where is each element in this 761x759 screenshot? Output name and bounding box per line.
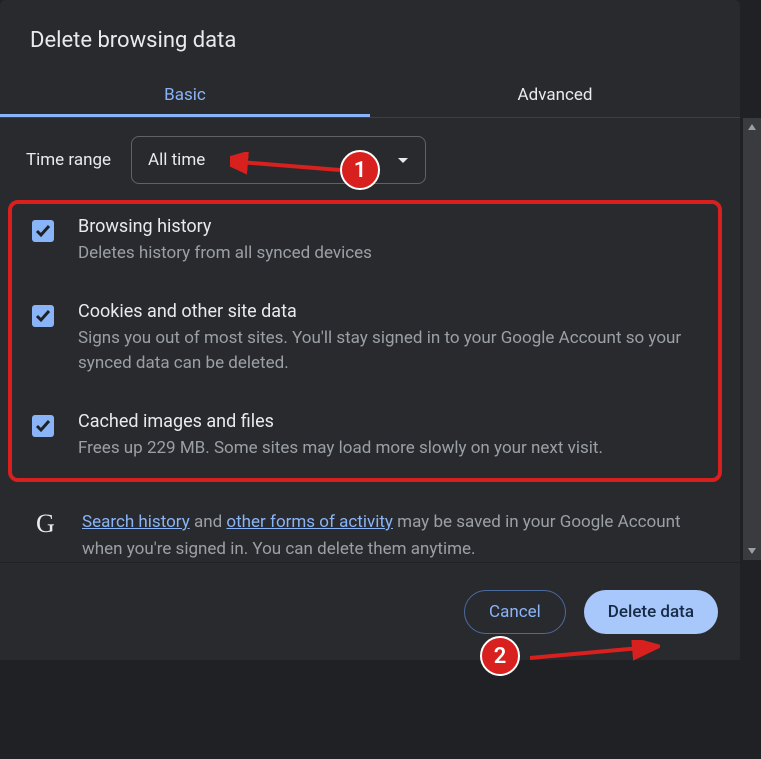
dialog-footer: Cancel Delete data (0, 562, 740, 660)
checkbox-browsing-history[interactable] (32, 220, 54, 242)
google-note-text: Search history and other forms of activi… (82, 509, 696, 563)
option-title: Cookies and other site data (78, 301, 714, 322)
scroll-up-button[interactable] (743, 118, 761, 136)
link-search-history[interactable]: Search history (82, 512, 190, 532)
option-desc: Deletes history from all synced devices (78, 241, 714, 267)
delete-browsing-data-dialog: Delete browsing data Basic Advanced Time… (0, 0, 740, 660)
option-title: Cached images and files (78, 411, 714, 432)
time-range-value: All time (148, 150, 205, 170)
option-cookies: Cookies and other site data Signs you ou… (26, 287, 714, 397)
option-browsing-history: Browsing history Deletes history from al… (26, 202, 714, 287)
google-account-note: G Search history and other forms of acti… (26, 489, 714, 563)
time-range-row: Time range All time (26, 136, 714, 184)
option-title: Browsing history (78, 216, 714, 237)
link-other-activity[interactable]: other forms of activity (226, 512, 393, 532)
tab-bar: Basic Advanced (0, 73, 740, 117)
checkbox-cookies[interactable] (32, 305, 54, 327)
checkbox-cached[interactable] (32, 415, 54, 437)
cancel-button[interactable]: Cancel (464, 590, 566, 634)
dialog-title: Delete browsing data (0, 0, 740, 73)
options-list: Browsing history Deletes history from al… (26, 202, 714, 481)
tab-advanced[interactable]: Advanced (370, 73, 740, 117)
time-range-label: Time range (26, 150, 111, 170)
delete-data-button[interactable]: Delete data (584, 590, 718, 634)
chevron-down-icon (397, 150, 409, 170)
option-cached: Cached images and files Frees up 229 MB.… (26, 397, 714, 482)
tab-basic[interactable]: Basic (0, 73, 370, 117)
option-desc: Signs you out of most sites. You'll stay… (78, 326, 714, 377)
google-icon: G (36, 511, 62, 537)
option-desc: Frees up 229 MB. Some sites may load mor… (78, 436, 714, 462)
time-range-dropdown[interactable]: All time (131, 136, 426, 184)
scrollbar-track[interactable] (743, 118, 761, 560)
scroll-down-button[interactable] (743, 542, 761, 560)
